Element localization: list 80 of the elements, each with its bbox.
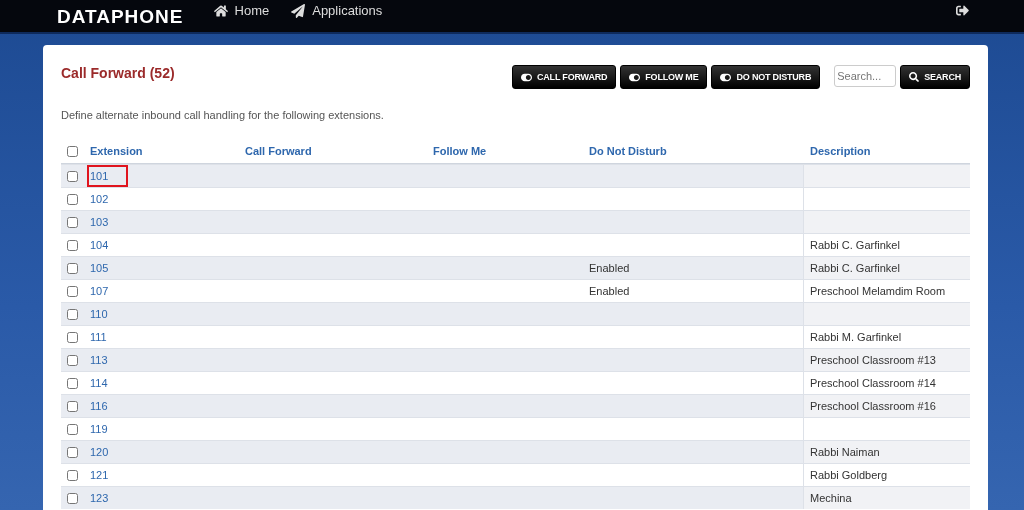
table-row[interactable]: 111 Rabbi M. Garfinkel [61,325,970,348]
table-row[interactable]: 116 Preschool Classroom #16 [61,394,970,417]
row-checkbox[interactable] [67,239,78,251]
row-checkbox[interactable] [67,331,78,343]
row-checkbox[interactable] [67,446,78,458]
extension-link[interactable]: 104 [89,236,127,254]
table-cell: Rabbi C. Garfinkel [810,239,900,251]
table-cell: Preschool Classroom #13 [810,354,936,366]
toggle-button[interactable]: FOLLOW ME [620,65,708,89]
table-row[interactable]: 103 [61,210,970,233]
home-icon [213,3,228,18]
table-cell: Preschool Classroom #14 [810,377,936,389]
extension-link[interactable]: 103 [89,213,127,231]
nav-link[interactable]: Applications [291,3,383,18]
table-cell: Rabbi Naiman [810,446,880,458]
page-description: Define alternate inbound call handling for the following extensions. [61,109,385,121]
table-cell: Preschool Melamdim Room [810,285,946,297]
toggle-icon [629,71,641,83]
row-checkbox[interactable] [67,193,78,205]
table-row[interactable]: 102 [61,187,970,210]
extension-link[interactable]: 120 [89,443,127,461]
page-title: Call Forward (52) [61,65,176,81]
extension-link[interactable]: 119 [89,420,126,438]
search-button[interactable]: SEARCH [900,65,970,89]
search-field[interactable]: Search... [834,65,897,87]
toggle-icon [521,71,532,83]
table-row[interactable]: 121 Rabbi Goldberg [61,463,970,486]
row-checkbox[interactable] [67,377,78,389]
table-row[interactable]: 104 Rabbi C. Garfinkel [61,233,970,256]
extension-link[interactable]: 121 [89,466,127,484]
select-all-checkbox[interactable] [67,145,78,157]
row-checkbox[interactable] [67,170,78,182]
extension-link[interactable]: 113 [89,351,126,369]
row-checkbox[interactable] [67,216,78,228]
row-checkbox[interactable] [67,354,78,366]
extension-link[interactable]: 107 [89,282,127,300]
table-cell-text: Enabled [589,285,631,297]
search-icon [909,72,920,82]
extension-link[interactable]: 111 [89,328,125,346]
table-cell: Rabbi M. Garfinkel [810,331,902,343]
extension-link[interactable]: 102 [89,190,127,208]
brand-logo[interactable]: DATAPHONE [57,6,184,28]
row-checkbox[interactable] [67,285,78,297]
column-header[interactable]: Call Forward [245,145,433,157]
row-checkbox[interactable] [67,492,78,504]
table-row[interactable]: 110 [61,302,970,325]
table-row[interactable]: 101 [61,164,970,187]
table-row[interactable]: 113 Preschool Classroom #13 [61,348,970,371]
toggle-button[interactable]: CALL FORWARD [512,65,617,89]
toggle-button[interactable]: DO NOT DISTURB [711,65,821,89]
table-row[interactable]: 105 Enabled Rabbi C. Garfinkel [61,256,970,279]
table-cell: Preschool Classroom #16 [810,400,936,412]
row-checkbox[interactable] [67,308,78,320]
row-checkbox[interactable] [67,400,78,412]
table-cell: Rabbi C. Garfinkel [810,262,900,274]
table-row[interactable]: 123 Mechina [61,486,970,509]
extension-link[interactable]: 123 [89,489,127,507]
table-cell: Mechina [810,492,852,504]
table-cell-text: Enabled [589,262,631,274]
toggle-icon [720,71,732,83]
logout-icon[interactable] [956,3,969,17]
extension-link[interactable]: 110 [89,305,126,323]
row-checkbox[interactable] [67,423,78,435]
paper-plane-icon [291,3,306,18]
extension-link[interactable]: 114 [89,374,126,392]
table-cell: Rabbi Goldberg [810,469,888,481]
row-checkbox[interactable] [67,469,78,481]
extension-link[interactable]: 101 [89,167,127,185]
extension-link[interactable]: 105 [89,259,127,277]
column-header[interactable]: Description [803,145,970,157]
nav-link[interactable]: Home [213,3,270,18]
table-row[interactable]: 107 Enabled Preschool Melamdim Room [61,279,970,302]
table-row[interactable]: 119 [61,417,970,440]
column-header[interactable]: Do Not Disturb [589,145,803,157]
row-checkbox[interactable] [67,262,78,274]
table-row[interactable]: 120 Rabbi Naiman [61,440,970,463]
column-header[interactable]: Follow Me [433,145,589,157]
extension-link[interactable]: 116 [89,397,126,415]
column-header[interactable]: Extension [90,145,245,157]
table-row[interactable]: 114 Preschool Classroom #14 [61,371,970,394]
